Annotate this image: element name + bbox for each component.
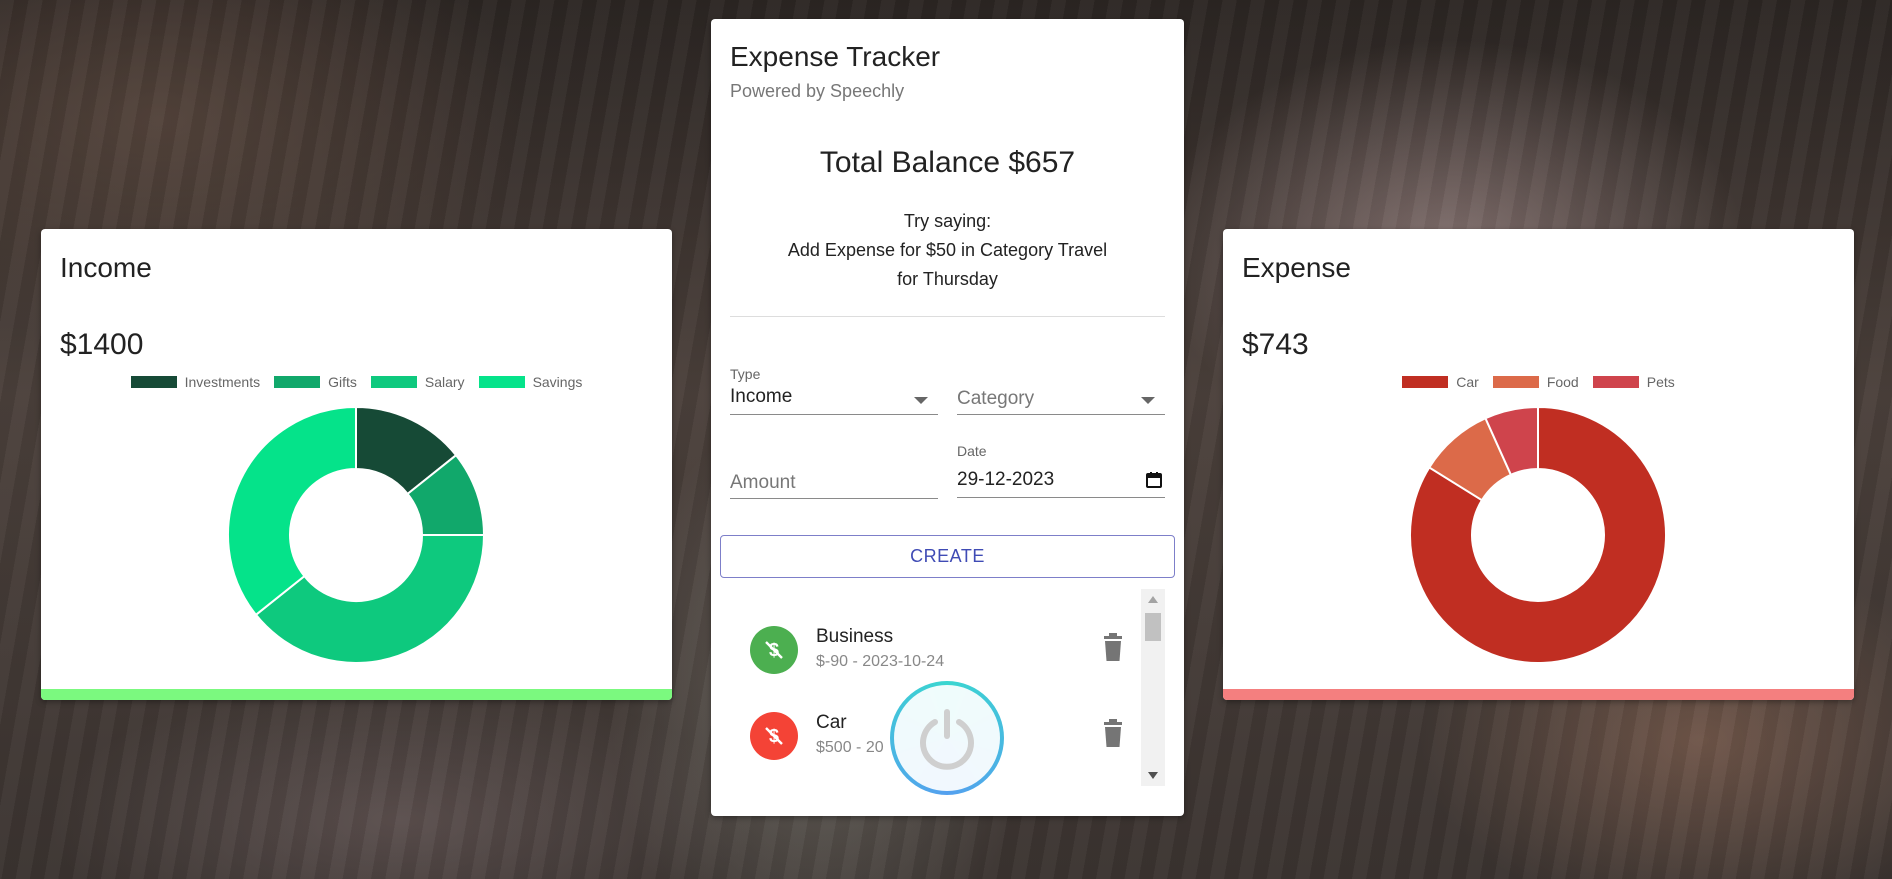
legend-item[interactable]: Gifts <box>274 374 357 390</box>
transaction-avatar: $ <box>750 626 798 674</box>
legend-item[interactable]: Salary <box>370 374 465 390</box>
expense-title: Expense <box>1242 252 1351 283</box>
category-placeholder: Category <box>957 388 1035 409</box>
transaction-title: Car <box>816 712 847 733</box>
legend-item[interactable]: Car <box>1402 374 1479 390</box>
type-value: Income <box>730 386 793 407</box>
app-subtitle: Powered by Speechly <box>730 81 905 101</box>
income-donut-chart <box>227 405 486 664</box>
amount-input[interactable]: Amount <box>730 441 938 499</box>
type-select[interactable]: Type Income <box>730 366 938 415</box>
date-label: Date <box>957 443 987 459</box>
hint-line: Try saying: <box>903 211 992 231</box>
expense-donut-chart <box>1409 405 1667 664</box>
transaction-avatar: $ <box>750 712 798 760</box>
speechly-mic-button[interactable] <box>890 681 1004 795</box>
legend-item[interactable]: Investments <box>130 374 261 390</box>
income-color-bar <box>41 689 672 700</box>
money-off-icon: $ <box>765 726 783 746</box>
scroll-up-arrow[interactable] <box>1148 596 1158 603</box>
amount-placeholder: Amount <box>730 472 796 493</box>
transaction-subtitle: $500 - 20 <box>816 739 884 756</box>
type-label: Type <box>730 366 761 382</box>
hint-line: for Thursday <box>897 269 998 289</box>
trash-icon[interactable] <box>1100 719 1126 749</box>
legend-swatch <box>478 376 525 388</box>
legend-label: Investments <box>184 374 261 390</box>
divider <box>730 316 1165 317</box>
income-legend: Investments Gifts Salary Savings <box>41 374 672 390</box>
transaction-title: Business <box>816 626 894 647</box>
expense-color-bar <box>1223 689 1854 700</box>
expense-amount: $743 <box>1242 328 1309 361</box>
trash-icon[interactable] <box>1100 633 1126 663</box>
chevron-down-icon <box>914 397 928 404</box>
legend-item[interactable]: Savings <box>478 374 583 390</box>
legend-label: Salary <box>424 374 465 390</box>
legend-label: Savings <box>532 374 583 390</box>
create-button[interactable]: CREATE <box>720 535 1175 578</box>
legend-item[interactable]: Food <box>1492 374 1579 390</box>
chevron-down-icon <box>1141 397 1155 404</box>
legend-label: Gifts <box>328 374 357 390</box>
legend-label: Food <box>1546 374 1579 390</box>
scroll-down-arrow[interactable] <box>1148 772 1158 779</box>
income-amount: $1400 <box>60 328 144 361</box>
expense-card: Expense $743 Car Food Pets <box>1223 229 1854 700</box>
legend-label: Car <box>1456 374 1479 390</box>
voice-hint: Try saying: Add Expense for $50 in Categ… <box>711 207 1184 294</box>
expense-legend: Car Food Pets <box>1223 374 1854 390</box>
legend-item[interactable]: Pets <box>1592 374 1675 390</box>
hint-line: Add Expense for $50 in Category Travel <box>787 240 1108 260</box>
scroll-thumb[interactable] <box>1145 613 1161 641</box>
donut-slice-savings[interactable] <box>227 405 357 617</box>
total-balance: Total Balance $657 <box>819 146 1076 179</box>
power-icon <box>920 709 974 770</box>
income-title: Income <box>60 252 152 283</box>
legend-swatch <box>1592 376 1639 388</box>
calendar-icon[interactable] <box>1145 471 1163 489</box>
date-value: 29-12-2023 <box>957 469 1055 490</box>
income-card: Income $1400 Investments Gifts Salary Savin… <box>41 229 672 700</box>
legend-label: Pets <box>1646 374 1675 390</box>
list-scrollbar[interactable] <box>1141 589 1165 786</box>
legend-swatch <box>1402 376 1449 388</box>
legend-swatch <box>274 376 321 388</box>
money-off-icon: $ <box>765 640 783 660</box>
app-title: Expense Tracker <box>730 41 941 72</box>
legend-swatch <box>1492 376 1539 388</box>
legend-swatch <box>370 376 417 388</box>
transaction-subtitle: $-90 - 2023-10-24 <box>816 653 945 670</box>
mic-inner <box>894 685 1000 791</box>
list-item[interactable]: $ Business $-90 - 2023-10-24 <box>730 589 1130 675</box>
legend-swatch <box>130 376 177 388</box>
date-input[interactable]: Date 29-12-2023 <box>957 441 1165 498</box>
category-select[interactable]: Category <box>957 366 1165 415</box>
